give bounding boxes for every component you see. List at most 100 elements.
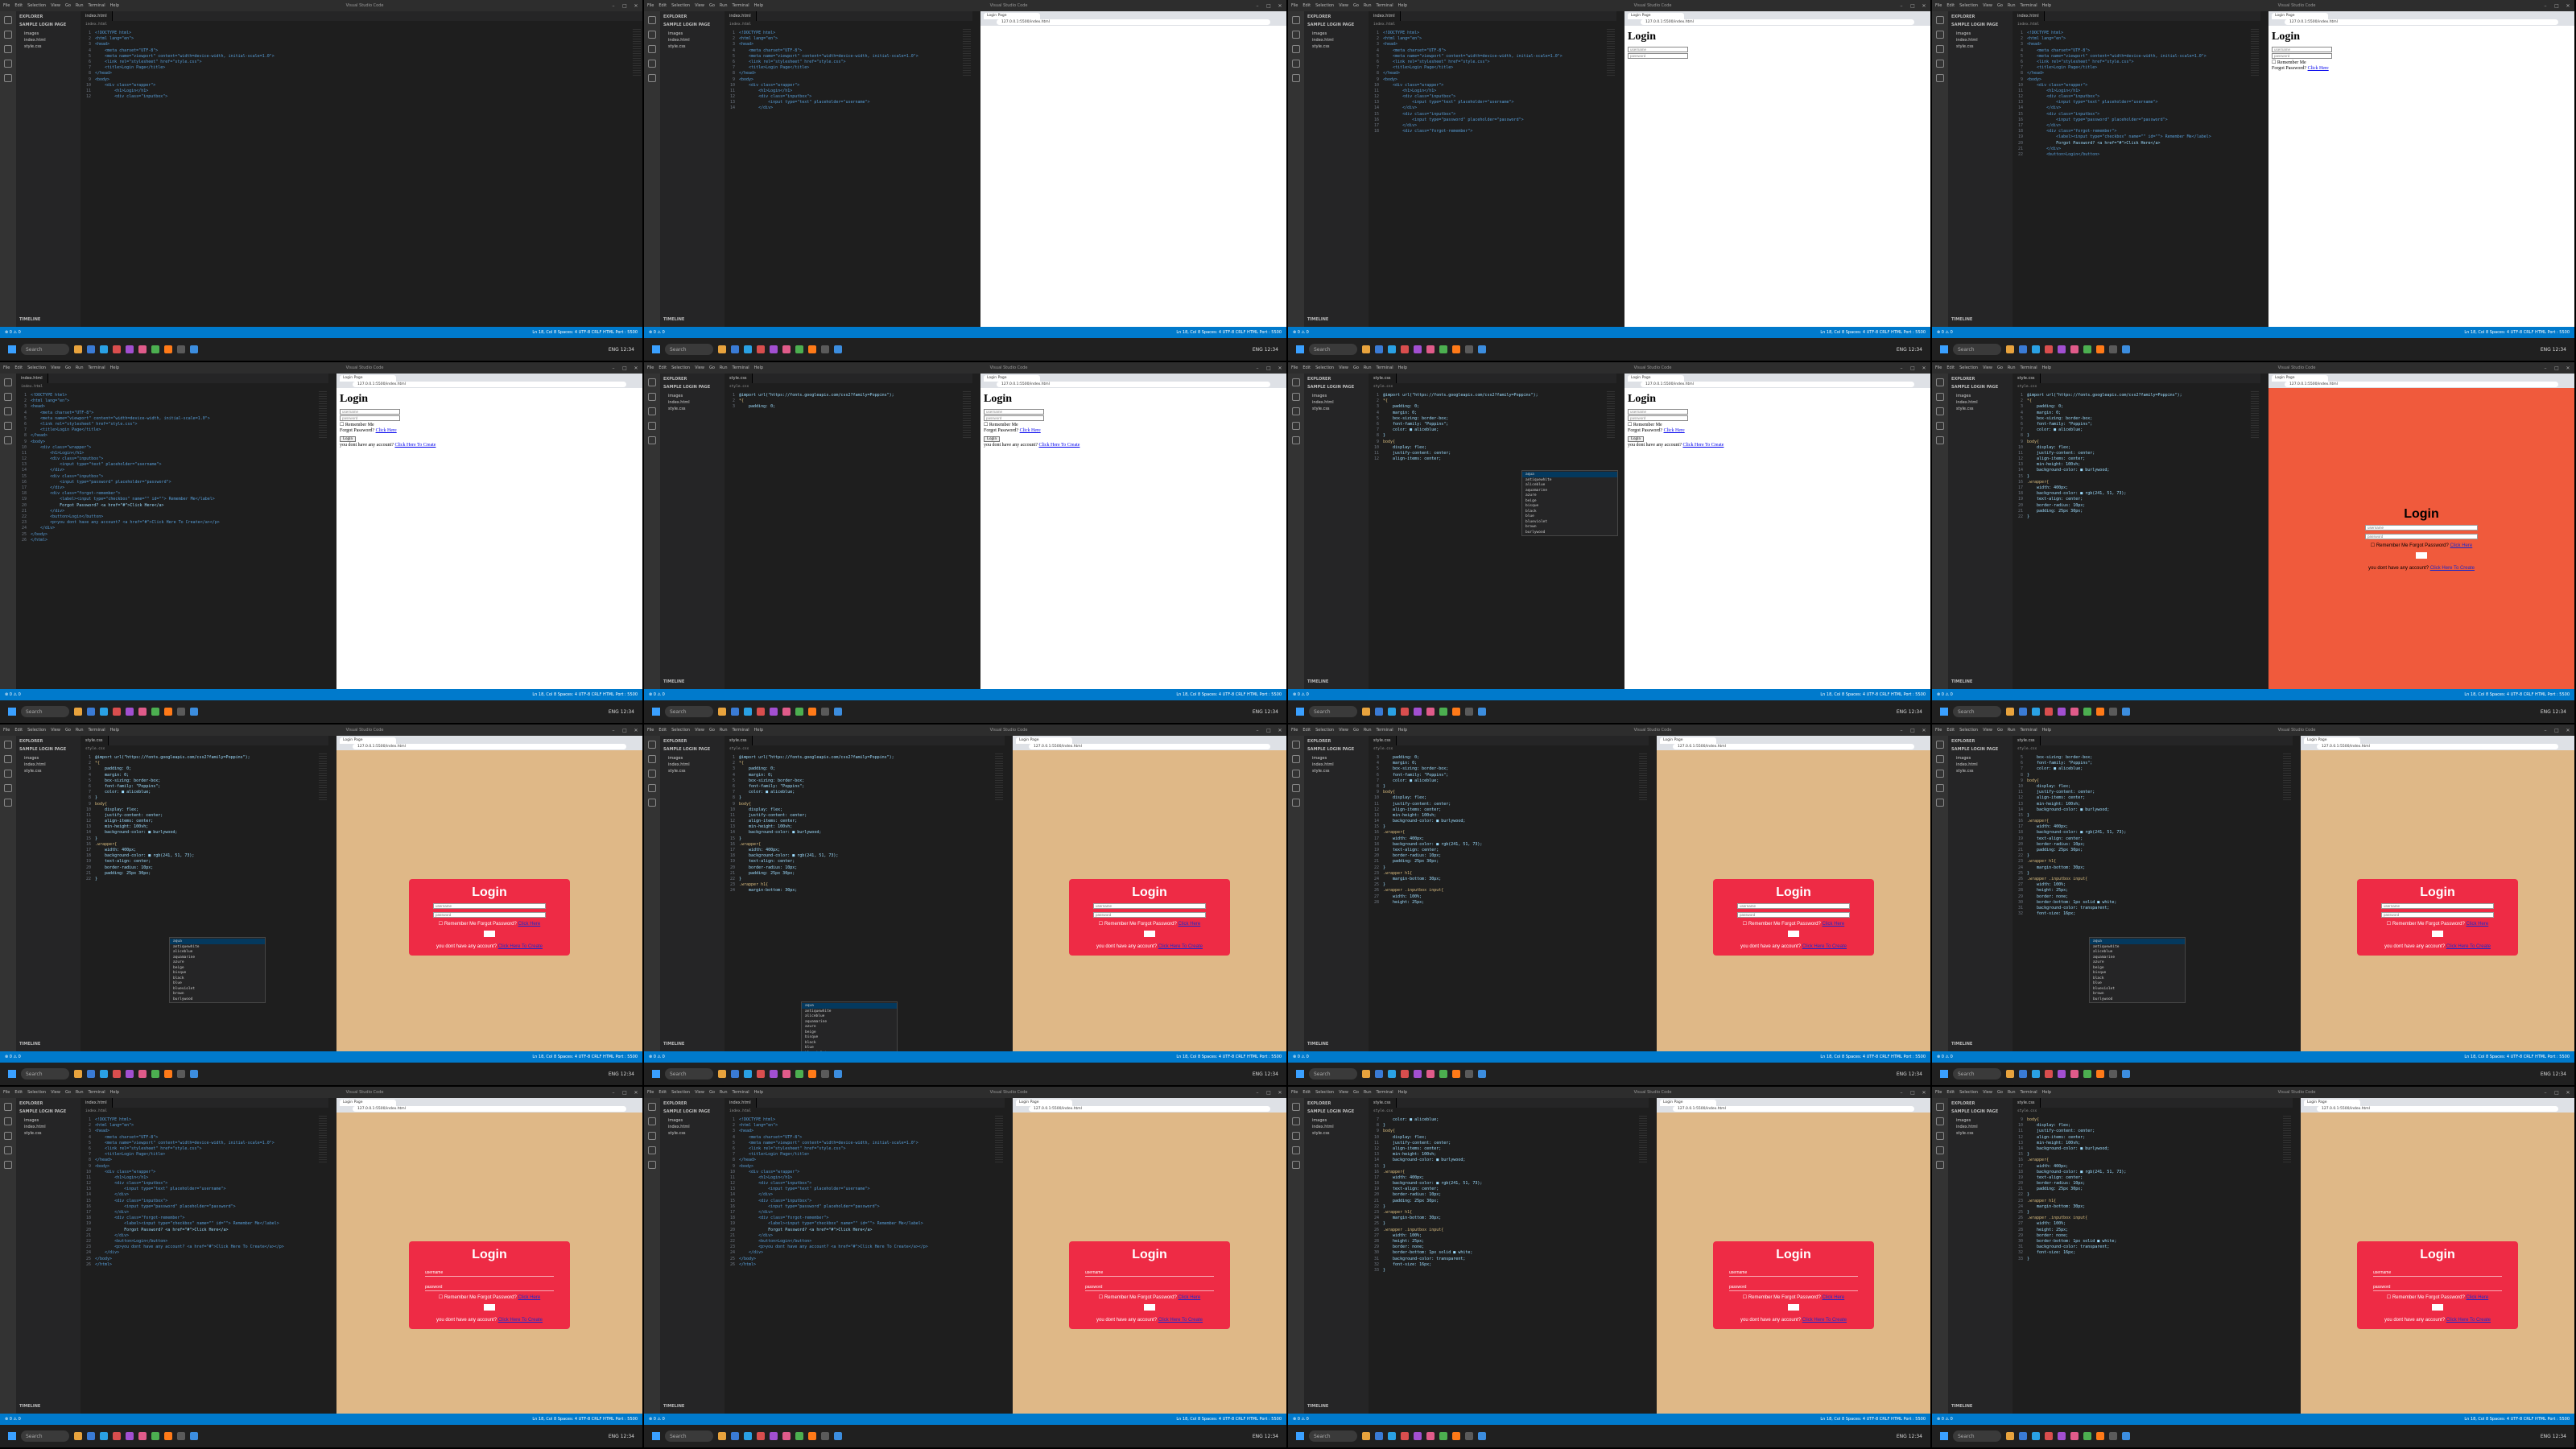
menu-item-help[interactable]: Help bbox=[2042, 728, 2051, 733]
timeline-section[interactable]: TIMELINE bbox=[1951, 679, 1972, 684]
code-line[interactable]: 5 <meta name="viewport" content="width=d… bbox=[80, 54, 642, 60]
forgot-link[interactable]: Click Here bbox=[2450, 543, 2473, 548]
code-line[interactable]: 13 min-height: 100vh; bbox=[2013, 802, 2293, 807]
taskbar-app-icon[interactable] bbox=[2096, 1432, 2104, 1440]
close-icon[interactable]: ✕ bbox=[633, 3, 639, 9]
tab-index-html[interactable]: index.html bbox=[80, 11, 113, 21]
code-line[interactable]: 11 <h1>Login</h1> bbox=[80, 1175, 328, 1181]
remember-checkbox[interactable]: ☐ Remember Me bbox=[2272, 60, 2306, 65]
taskbar-app-icon[interactable] bbox=[164, 345, 172, 353]
menu-item-edit[interactable]: Edit bbox=[1946, 365, 1955, 370]
extensions-icon[interactable] bbox=[1936, 799, 1944, 807]
menu-item-help[interactable]: Help bbox=[110, 3, 119, 8]
code-line[interactable]: 15} bbox=[2013, 474, 2260, 480]
code-line[interactable]: 12 align-items: center; bbox=[2013, 456, 2260, 462]
taskbar-app-icon[interactable] bbox=[177, 708, 185, 716]
code-line[interactable]: 14 background-color: ■ burlywood; bbox=[80, 830, 328, 836]
run-debug-icon[interactable] bbox=[1292, 1146, 1300, 1154]
close-icon[interactable]: ✕ bbox=[1921, 365, 1927, 371]
taskbar-app-icon[interactable] bbox=[74, 708, 82, 716]
timeline-section[interactable]: TIMELINE bbox=[663, 1404, 684, 1409]
password-input[interactable]: password bbox=[2373, 1285, 2502, 1291]
file-item[interactable]: images bbox=[19, 755, 77, 762]
search-icon[interactable] bbox=[1936, 393, 1944, 401]
taskbar-app-icon[interactable] bbox=[87, 345, 95, 353]
create-account-link[interactable]: Click Here To Create bbox=[1158, 944, 1203, 949]
menu-item-run[interactable]: Run bbox=[1364, 728, 1372, 733]
password-input[interactable]: password bbox=[1729, 1285, 1858, 1291]
status-problems[interactable]: ⊗ 0 ⚠ 0 bbox=[1293, 1417, 1309, 1422]
menu-item-run[interactable]: Run bbox=[76, 3, 84, 8]
code-line[interactable]: 31 background-color: transparent; bbox=[2013, 906, 2293, 911]
code-line[interactable]: 11 justify-content: center; bbox=[2013, 451, 2260, 456]
create-account-link[interactable]: Click Here To Create bbox=[1038, 443, 1080, 448]
explorer-section[interactable]: SAMPLE LOGIN PAGE bbox=[663, 23, 721, 27]
file-item[interactable]: index.html bbox=[1951, 762, 2009, 768]
code-line[interactable]: 8} bbox=[80, 795, 328, 801]
minimap[interactable] bbox=[319, 753, 327, 802]
code-line[interactable]: 18 <div class="forgot-remember"> bbox=[724, 1216, 1005, 1221]
menu-item-edit[interactable]: Edit bbox=[1302, 728, 1311, 733]
username-input[interactable]: username bbox=[2272, 47, 2332, 52]
code-line[interactable]: 21 padding: 25px 30px; bbox=[1368, 859, 1649, 865]
timeline-section[interactable]: TIMELINE bbox=[663, 1042, 684, 1046]
file-item[interactable]: index.html bbox=[1951, 1124, 2009, 1130]
menu-item-help[interactable]: Help bbox=[110, 1090, 119, 1095]
run-debug-icon[interactable] bbox=[4, 422, 12, 430]
browser-tab[interactable]: Login Page bbox=[340, 737, 396, 744]
status-problems[interactable]: ⊗ 0 ⚠ 0 bbox=[649, 692, 665, 697]
system-tray[interactable]: ENG 12:34 bbox=[2541, 1071, 2566, 1077]
menu-item-file[interactable]: File bbox=[647, 365, 654, 370]
code-line[interactable]: 18 background-color: ■ rgb(241, 51, 73); bbox=[724, 853, 1005, 859]
code-line[interactable]: 4 margin: 0; bbox=[1368, 411, 1616, 416]
menu-item-go[interactable]: Go bbox=[1997, 365, 2003, 370]
code-line[interactable]: 11 justify-content: center; bbox=[2013, 1129, 2293, 1134]
menu-item-go[interactable]: Go bbox=[65, 365, 71, 370]
search-icon[interactable] bbox=[648, 393, 656, 401]
maximize-icon[interactable]: □ bbox=[2553, 365, 2560, 371]
source-control-icon[interactable] bbox=[1936, 1132, 1944, 1140]
code-line[interactable]: 5 box-sizing: border-box; bbox=[724, 778, 1005, 784]
source-control-icon[interactable] bbox=[4, 45, 12, 53]
extensions-icon[interactable] bbox=[1936, 1161, 1944, 1169]
code-line[interactable]: 12 <div class="inputbox"> bbox=[80, 94, 642, 100]
code-line[interactable]: 13 min-height: 100vh; bbox=[80, 824, 328, 830]
taskbar-app-icon[interactable] bbox=[2109, 345, 2117, 353]
taskbar-app-icon[interactable] bbox=[821, 1432, 829, 1440]
forgot-link[interactable]: Click Here bbox=[1823, 922, 1845, 927]
code-line[interactable]: 28 height: 25px; bbox=[2013, 1228, 2293, 1233]
maximize-icon[interactable]: □ bbox=[621, 3, 628, 9]
taskbar-app-icon[interactable] bbox=[2045, 1070, 2053, 1078]
code-line[interactable]: 18 background-color: ■ rgb(241, 51, 73); bbox=[2013, 491, 2260, 497]
menu-item-run[interactable]: Run bbox=[720, 728, 728, 733]
code-line[interactable]: 9 body{ bbox=[1368, 1129, 1649, 1134]
file-item[interactable]: images bbox=[1307, 393, 1365, 399]
taskbar-app-icon[interactable] bbox=[177, 345, 185, 353]
code-line[interactable]: 18 background-color: ■ rgb(241, 51, 73); bbox=[80, 853, 328, 859]
code-line[interactable]: 8} bbox=[2013, 773, 2293, 778]
tab-style-css[interactable]: style.css bbox=[1368, 736, 1397, 745]
menu-item-view[interactable]: View bbox=[695, 365, 704, 370]
password-input[interactable]: password bbox=[433, 912, 546, 918]
code-line[interactable]: 7 color: ■ aliceblue; bbox=[724, 790, 1005, 795]
search-icon[interactable] bbox=[4, 31, 12, 39]
run-debug-icon[interactable] bbox=[1292, 784, 1300, 792]
menu-item-edit[interactable]: Edit bbox=[658, 1090, 667, 1095]
forgot-link[interactable]: Click Here bbox=[2467, 1295, 2489, 1300]
code-line[interactable]: 32 font-size: 16px; bbox=[2013, 911, 2293, 917]
taskbar-app-icon[interactable] bbox=[138, 1070, 147, 1078]
menu-item-selection[interactable]: Selection bbox=[1959, 1090, 1978, 1095]
taskbar-app-icon[interactable] bbox=[190, 345, 198, 353]
code-line[interactable]: 4 margin: 0; bbox=[2013, 411, 2260, 416]
file-item[interactable]: index.html bbox=[19, 37, 77, 43]
code-line[interactable]: 18 background-color: ■ rgb(241, 51, 73); bbox=[1368, 842, 1649, 848]
menu-item-file[interactable]: File bbox=[3, 728, 10, 733]
system-tray[interactable]: ENG 12:34 bbox=[609, 1434, 634, 1439]
search-icon[interactable] bbox=[1292, 755, 1300, 763]
menu-item-terminal[interactable]: Terminal bbox=[1377, 728, 1393, 733]
address-bar[interactable]: 127.0.0.1:5500/index.html bbox=[1029, 744, 1270, 749]
minimap[interactable] bbox=[319, 391, 327, 440]
code-line[interactable]: 21 padding: 25px 30px; bbox=[80, 871, 328, 877]
code-line[interactable]: 14 </div> bbox=[80, 1192, 328, 1198]
taskbar-app-icon[interactable] bbox=[718, 1432, 726, 1440]
